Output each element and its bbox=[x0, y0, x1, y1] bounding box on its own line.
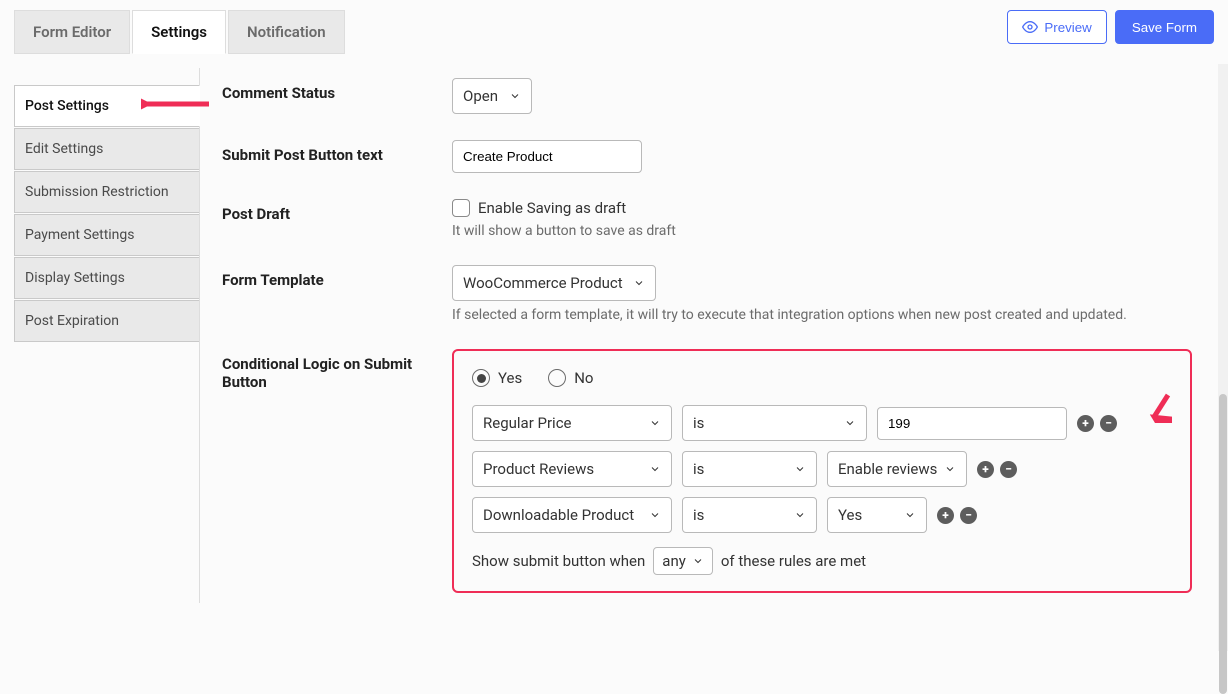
chevron-down-icon bbox=[509, 90, 521, 102]
sidebar-item-payment-settings[interactable]: Payment Settings bbox=[14, 214, 200, 256]
rule-operator-select[interactable]: is bbox=[682, 405, 867, 441]
top-bar: Form Editor Settings Notification Previe… bbox=[0, 0, 1228, 54]
tab-notification[interactable]: Notification bbox=[228, 10, 345, 54]
rule-value-input[interactable] bbox=[877, 407, 1067, 440]
rule-add-button[interactable]: + bbox=[977, 461, 994, 478]
tab-settings[interactable]: Settings bbox=[132, 10, 226, 54]
rule-row: Downloadable Product is Yes + bbox=[472, 497, 1172, 533]
plus-icon: + bbox=[942, 509, 948, 521]
rule-remove-button[interactable]: − bbox=[960, 507, 977, 524]
row-form-template: Form Template WooCommerce Product If sel… bbox=[222, 265, 1192, 323]
rule-row: Regular Price is + − bbox=[472, 405, 1172, 441]
sidebar-item-submission-restriction[interactable]: Submission Restriction bbox=[14, 171, 200, 213]
conditional-yes-label: Yes bbox=[498, 369, 522, 387]
row-comment-status: Comment Status Open bbox=[222, 78, 1192, 114]
chevron-down-icon bbox=[844, 417, 856, 429]
preview-label: Preview bbox=[1044, 20, 1091, 35]
form-template-help-text: If selected a form template, it will try… bbox=[452, 307, 1192, 323]
rule-operator-value: is bbox=[693, 414, 704, 432]
scrollbar[interactable] bbox=[1218, 64, 1228, 651]
rule-value: Yes bbox=[838, 506, 862, 524]
eye-icon bbox=[1022, 19, 1038, 35]
label-conditional-logic: Conditional Logic on Submit Button bbox=[222, 349, 452, 391]
top-actions: Preview Save Form bbox=[1007, 10, 1214, 44]
submit-button-text-input[interactable] bbox=[452, 140, 642, 173]
chevron-down-icon bbox=[904, 509, 916, 521]
chevron-down-icon bbox=[794, 463, 806, 475]
rule-add-button[interactable]: + bbox=[937, 507, 954, 524]
conditional-enable-radio-group: Yes No bbox=[472, 369, 1172, 387]
label-submit-button-text: Submit Post Button text bbox=[222, 140, 452, 164]
rule-value: Enable reviews bbox=[838, 460, 937, 478]
scrollbar-thumb[interactable] bbox=[1219, 394, 1227, 694]
rule-remove-button[interactable]: − bbox=[1100, 415, 1117, 432]
sidebar-spacer bbox=[14, 68, 200, 84]
draft-checkbox-label: Enable Saving as draft bbox=[478, 199, 626, 217]
settings-sidebar: Post Settings Edit Settings Submission R… bbox=[14, 68, 200, 603]
form-template-value: WooCommerce Product bbox=[463, 274, 623, 292]
chevron-down-icon bbox=[633, 277, 645, 289]
summary-post-text: of these rules are met bbox=[721, 552, 866, 570]
rule-field-value: Regular Price bbox=[483, 414, 572, 432]
sidebar-item-post-settings[interactable]: Post Settings bbox=[14, 85, 200, 127]
rule-operator-select[interactable]: is bbox=[682, 497, 817, 533]
rule-field-value: Product Reviews bbox=[483, 460, 594, 478]
chevron-down-icon bbox=[649, 417, 661, 429]
rule-operator-value: is bbox=[693, 506, 704, 524]
label-post-draft: Post Draft bbox=[222, 199, 452, 223]
plus-icon: + bbox=[1082, 417, 1088, 429]
conditional-logic-box: Yes No Regular Price is bbox=[452, 349, 1192, 593]
summary-pre-text: Show submit button when bbox=[472, 552, 645, 570]
rule-field-select[interactable]: Downloadable Product bbox=[472, 497, 672, 533]
rule-add-button[interactable]: + bbox=[1077, 415, 1094, 432]
rule-operator-select[interactable]: is bbox=[682, 451, 817, 487]
draft-help-text: It will show a button to save as draft bbox=[452, 223, 1192, 239]
chevron-down-icon bbox=[692, 555, 704, 567]
row-submit-button-text: Submit Post Button text bbox=[222, 140, 1192, 173]
minus-icon: − bbox=[1005, 463, 1012, 475]
rule-remove-button[interactable]: − bbox=[1000, 461, 1017, 478]
chevron-down-icon bbox=[649, 509, 661, 521]
comment-status-value: Open bbox=[463, 87, 498, 105]
sidebar-item-edit-settings[interactable]: Edit Settings bbox=[14, 128, 200, 170]
save-form-button[interactable]: Save Form bbox=[1115, 10, 1214, 44]
label-form-template: Form Template bbox=[222, 265, 452, 289]
rule-field-select[interactable]: Product Reviews bbox=[472, 451, 672, 487]
row-post-draft: Post Draft Enable Saving as draft It wil… bbox=[222, 199, 1192, 239]
minus-icon: − bbox=[965, 509, 972, 521]
conditional-no-label: No bbox=[574, 369, 593, 387]
rule-row: Product Reviews is Enable reviews + bbox=[472, 451, 1172, 487]
sidebar-item-label: Post Settings bbox=[25, 98, 109, 114]
plus-icon: + bbox=[982, 463, 988, 475]
chevron-down-icon bbox=[794, 509, 806, 521]
rule-field-select[interactable]: Regular Price bbox=[472, 405, 672, 441]
conditional-no-radio[interactable] bbox=[548, 369, 566, 387]
chevron-down-icon bbox=[944, 463, 956, 475]
comment-status-select[interactable]: Open bbox=[452, 78, 532, 114]
chevron-down-icon bbox=[649, 463, 661, 475]
rule-value-select[interactable]: Enable reviews bbox=[827, 451, 967, 487]
draft-checkbox[interactable] bbox=[452, 199, 470, 217]
summary-match-select[interactable]: any bbox=[653, 547, 713, 575]
sidebar-item-display-settings[interactable]: Display Settings bbox=[14, 257, 200, 299]
minus-icon: − bbox=[1105, 417, 1112, 429]
label-comment-status: Comment Status bbox=[222, 78, 452, 102]
row-conditional-logic: Conditional Logic on Submit Button Yes N bbox=[222, 349, 1192, 593]
form-template-select[interactable]: WooCommerce Product bbox=[452, 265, 656, 301]
rule-field-value: Downloadable Product bbox=[483, 506, 634, 524]
main-tabs: Form Editor Settings Notification bbox=[14, 10, 347, 54]
conditional-summary: Show submit button when any of these rul… bbox=[472, 547, 1172, 575]
rule-value-select[interactable]: Yes bbox=[827, 497, 927, 533]
sidebar-item-post-expiration[interactable]: Post Expiration bbox=[14, 300, 200, 342]
summary-match-value: any bbox=[662, 552, 686, 570]
tab-form-editor[interactable]: Form Editor bbox=[14, 10, 130, 54]
settings-content: Comment Status Open Submit Post Button t… bbox=[199, 68, 1214, 603]
conditional-yes-radio[interactable] bbox=[472, 369, 490, 387]
rule-operator-value: is bbox=[693, 460, 704, 478]
preview-button[interactable]: Preview bbox=[1007, 10, 1106, 44]
